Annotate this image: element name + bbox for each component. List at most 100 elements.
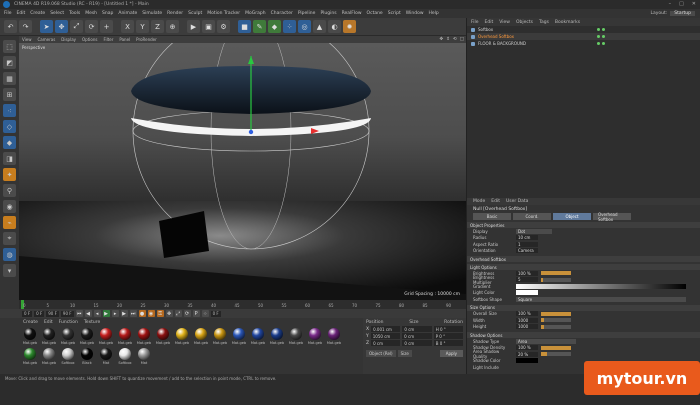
material-swatch[interactable]: Softbox <box>60 348 76 365</box>
section-overhead-softbox[interactable]: Overhead Softbox <box>467 256 700 262</box>
undo-icon[interactable]: ↶ <box>4 20 17 33</box>
material-swatch[interactable]: Mat.geb <box>212 328 228 345</box>
subdivision-surface-icon[interactable]: ◆ <box>268 20 281 33</box>
material-swatch[interactable]: Mat.geb <box>98 328 114 345</box>
material-swatch[interactable]: Mat.geb <box>41 348 57 365</box>
brightness-field[interactable]: 100 % <box>516 270 538 276</box>
material-swatch[interactable]: Mat.geb <box>250 328 266 345</box>
material-swatch[interactable]: Mat <box>98 348 114 365</box>
point-key-icon[interactable]: ⁘ <box>201 310 209 317</box>
array-icon[interactable]: ⁘ <box>283 20 296 33</box>
viewport-solo-icon[interactable]: ◉ <box>3 200 16 213</box>
live-selection-icon[interactable]: ➤ <box>40 20 53 33</box>
vp-menu-prorender[interactable]: ProRender <box>136 37 157 42</box>
tab-coord[interactable]: Coord. <box>513 213 551 220</box>
material-swatch[interactable]: Mat.geb <box>174 328 190 345</box>
light-color-swatch[interactable] <box>516 290 538 296</box>
more-tools-icon[interactable]: ▾ <box>3 264 16 277</box>
rotation-b-field[interactable]: B 0 ° <box>433 340 463 346</box>
attr-menu-mode[interactable]: Mode <box>473 199 485 204</box>
scale-tool-icon[interactable]: ⤢ <box>70 20 83 33</box>
z-axis-icon[interactable]: Z <box>151 20 164 33</box>
menu-octane[interactable]: Octane <box>367 11 383 16</box>
perspective-viewport[interactable]: View Cameras Display Options Filter Pane… <box>19 36 466 300</box>
om-menu-objects[interactable]: Objects <box>516 20 533 25</box>
om-menu-bookmarks[interactable]: Bookmarks <box>555 20 580 25</box>
om-menu-tags[interactable]: Tags <box>539 20 549 25</box>
next-key-icon[interactable]: ▶ <box>120 310 128 317</box>
uv-mode-icon[interactable]: ◨ <box>3 152 16 165</box>
size-x-field[interactable]: 0 cm <box>402 326 432 332</box>
coordinate-mode-select[interactable]: Object (Rel) <box>366 350 396 357</box>
material-swatch[interactable]: Mat.geb <box>22 328 38 345</box>
timeline-ruler[interactable]: 0 5 10 15 20 25 30 35 40 45 50 55 60 65 70 75 80 85 90 <box>19 300 466 309</box>
workplane-icon[interactable]: ⊞ <box>3 88 16 101</box>
visibility-flags[interactable] <box>597 42 605 45</box>
pen-spline-icon[interactable]: ✎ <box>253 20 266 33</box>
visibility-flags[interactable] <box>597 35 605 38</box>
minimize-icon[interactable]: – <box>669 1 672 7</box>
menu-sculpt[interactable]: Sculpt <box>188 11 202 16</box>
width-slider[interactable] <box>541 318 571 323</box>
material-swatch[interactable]: Mat.geb <box>288 328 304 345</box>
menu-render[interactable]: Render <box>167 11 183 16</box>
size-z-field[interactable]: 0 cm <box>402 340 432 346</box>
redo-icon[interactable]: ↷ <box>19 20 32 33</box>
material-swatch[interactable]: Mat.geb <box>79 328 95 345</box>
material-swatch[interactable]: Mat.geb <box>193 328 209 345</box>
material-swatch[interactable]: Mat.geb <box>269 328 285 345</box>
maximize-icon[interactable]: □ <box>679 1 684 7</box>
menu-mograph[interactable]: MoGraph <box>245 11 265 16</box>
multiplier-field[interactable]: 5 <box>516 277 538 283</box>
recent-tools-icon[interactable]: + <box>100 20 113 33</box>
menu-window[interactable]: Window <box>406 11 424 16</box>
move-tool-icon[interactable]: ✥ <box>55 20 68 33</box>
area-quality-field[interactable]: 20 % <box>516 351 538 357</box>
apply-button[interactable]: Apply <box>439 350 463 357</box>
prev-key-icon[interactable]: ◀ <box>84 310 92 317</box>
overall-size-slider[interactable] <box>541 311 571 316</box>
menu-edit[interactable]: Edit <box>17 11 26 16</box>
go-to-start-icon[interactable]: ⏮ <box>75 310 83 317</box>
om-menu-view[interactable]: View <box>499 20 510 25</box>
menu-file[interactable]: File <box>4 11 12 16</box>
current-frame-field[interactable]: 0 F <box>34 310 45 317</box>
menu-snap[interactable]: Snap <box>102 11 113 16</box>
menu-pipeline[interactable]: Pipeline <box>298 11 316 16</box>
orbit-icon[interactable]: ⟲ <box>453 37 457 42</box>
menu-motion-tracker[interactable]: Motion Tracker <box>207 11 240 16</box>
make-editable-icon[interactable]: ⬚ <box>3 40 16 53</box>
attr-menu-user-data[interactable]: User Data <box>506 199 528 204</box>
scene-icon[interactable]: ▲ <box>313 20 326 33</box>
shadow-density-slider[interactable] <box>541 345 571 350</box>
material-swatch[interactable]: Mat.geb <box>231 328 247 345</box>
next-frame-icon[interactable]: ▸ <box>111 310 119 317</box>
om-menu-file[interactable]: File <box>471 20 479 25</box>
autokey-icon[interactable]: ◉ <box>147 310 155 317</box>
rotation-p-field[interactable]: P 0 ° <box>433 333 464 339</box>
mat-menu-function[interactable]: Function <box>59 320 78 325</box>
light-icon[interactable]: ✹ <box>343 20 356 33</box>
vp-menu-options[interactable]: Options <box>82 37 97 42</box>
param-key-icon[interactable]: P <box>192 310 200 317</box>
material-swatch[interactable]: Mat.geb <box>22 348 38 365</box>
menu-simulate[interactable]: Simulate <box>142 11 162 16</box>
rotation-key-icon[interactable]: ⟳ <box>183 310 191 317</box>
height-field[interactable]: 1000 <box>516 324 538 330</box>
vp-menu-cameras[interactable]: Cameras <box>38 37 56 42</box>
x-axis-icon[interactable]: X <box>121 20 134 33</box>
camera-icon[interactable]: ◐ <box>328 20 341 33</box>
record-icon[interactable]: ● <box>138 310 146 317</box>
scale-key-icon[interactable]: ⤢ <box>174 310 182 317</box>
tab-basic[interactable]: Basic <box>473 213 511 220</box>
material-swatch[interactable]: Black <box>79 348 95 365</box>
rotate-tool-icon[interactable]: ⟳ <box>85 20 98 33</box>
position-x-field[interactable]: 0.001 cm <box>371 326 401 332</box>
shadow-color-swatch[interactable] <box>516 358 538 364</box>
material-swatch[interactable]: Mat.geb <box>155 328 171 345</box>
brightness-slider[interactable] <box>541 271 571 276</box>
multiplier-slider[interactable] <box>541 277 571 282</box>
menu-realflow[interactable]: RealFlow <box>342 11 362 16</box>
material-swatch[interactable]: Mat.geb <box>326 328 342 345</box>
close-icon[interactable]: ✕ <box>692 1 696 7</box>
